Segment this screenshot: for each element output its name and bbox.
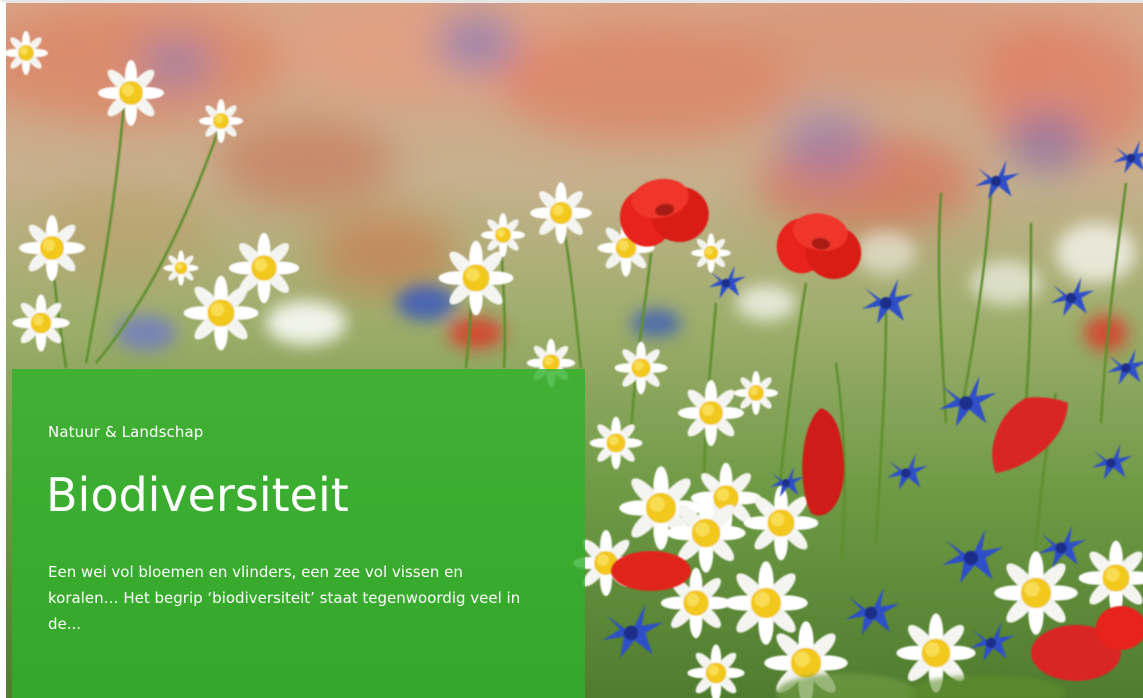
hero-card[interactable]: Natuur & Landschap Biodiversiteit Een we… bbox=[0, 0, 1143, 698]
article-teaser: Een wei vol bloemen en vlinders, een zee… bbox=[48, 563, 521, 633]
category-label[interactable]: Natuur & Landschap bbox=[48, 423, 203, 441]
page-title[interactable]: Biodiversiteit bbox=[46, 467, 349, 523]
content-overlay[interactable]: Natuur & Landschap Biodiversiteit Een we… bbox=[12, 369, 585, 698]
